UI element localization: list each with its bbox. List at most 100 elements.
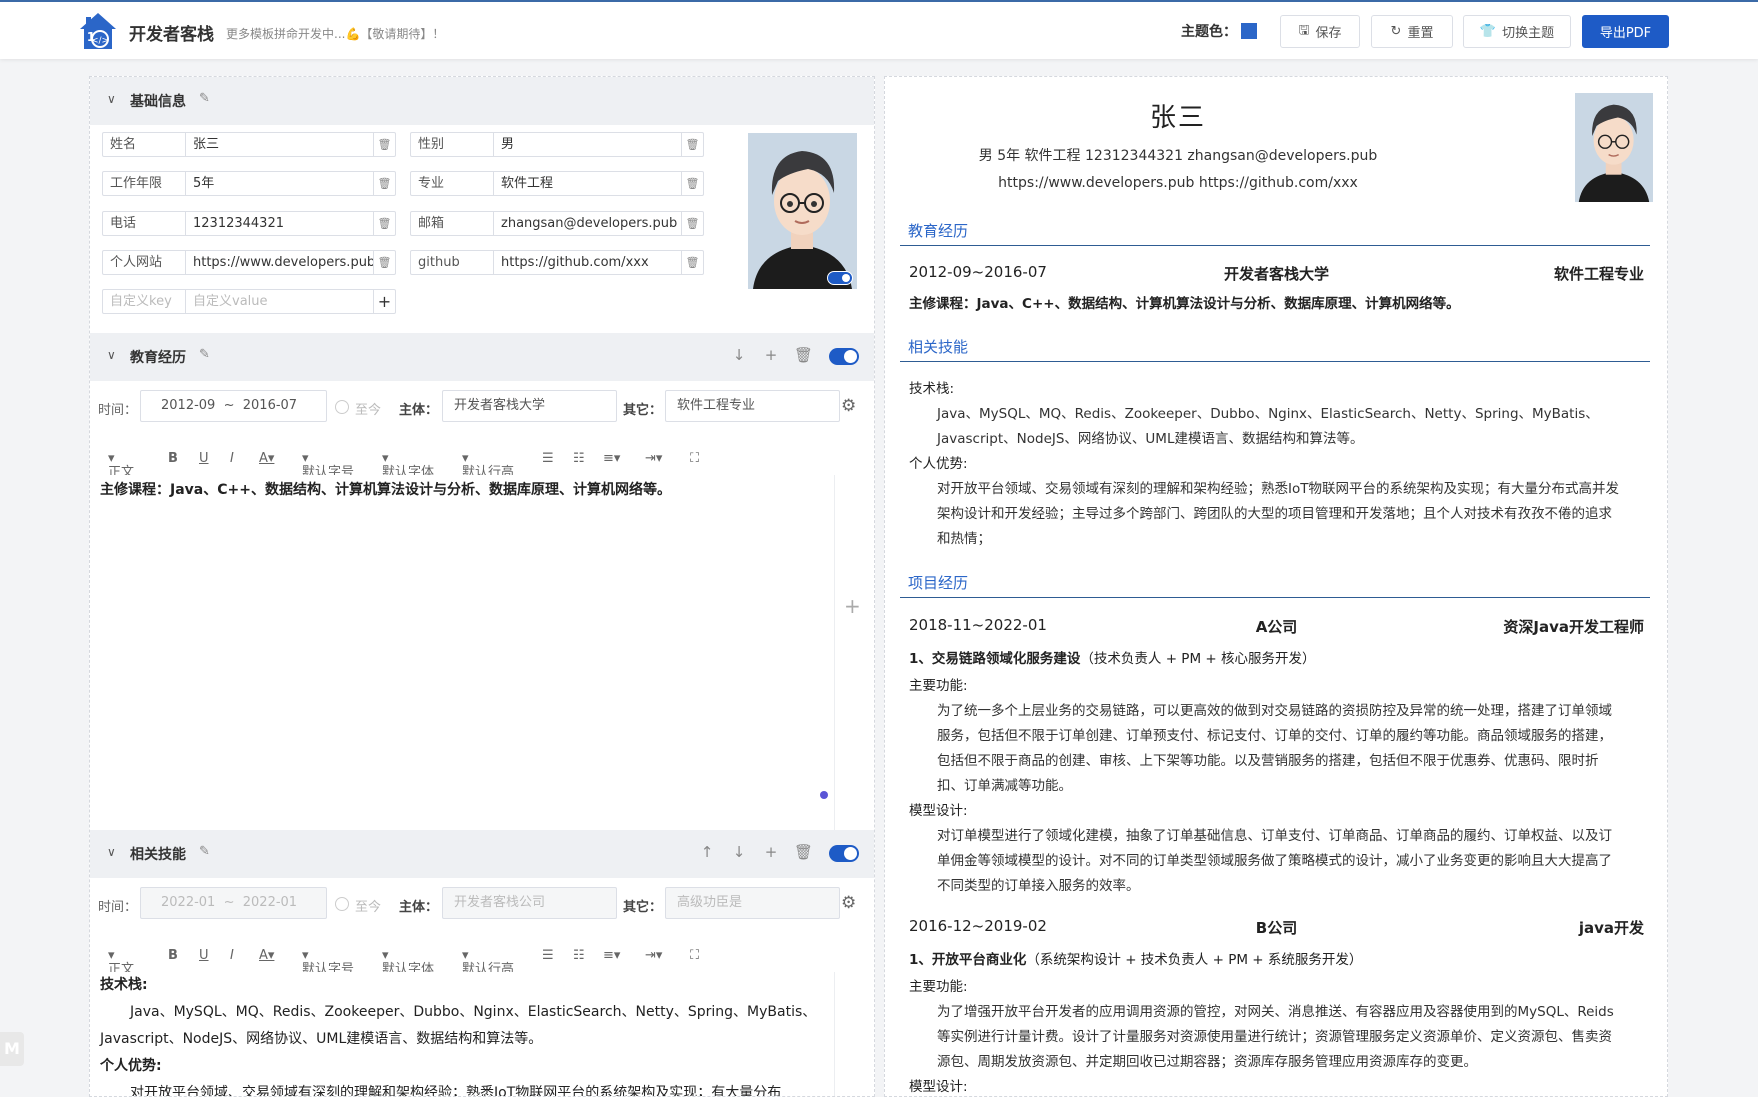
until-now-radio[interactable] <box>335 400 349 414</box>
trash-icon[interactable]: 🗑 <box>681 251 703 274</box>
field-email[interactable]: 邮箱 zhangsan@developers.pub 🗑 <box>410 211 704 236</box>
custom-field-row[interactable]: 自定义key 自定义value + <box>102 289 396 314</box>
line-height-select[interactable]: 默认行高 ▾ <box>462 948 514 977</box>
brand-name[interactable]: 开发者客栈 <box>129 20 214 45</box>
paragraph-style-select[interactable]: 正文 ▾ <box>108 451 134 480</box>
field-phone[interactable]: 电话 12312344321 🗑 <box>102 211 396 236</box>
preview-info-line: 男 5年 软件工程 12312344321 zhangsan@developer… <box>978 148 1378 164</box>
line-height-select[interactable]: 默认行高 ▾ <box>462 451 514 480</box>
edit-icon[interactable]: ✎ <box>199 91 210 106</box>
font-family-select[interactable]: 默认字体 ▾ <box>382 948 434 977</box>
trash-icon[interactable]: 🗑 <box>373 251 395 274</box>
avatar[interactable] <box>748 133 857 289</box>
save-icon: 🖫 <box>1298 22 1310 38</box>
theme-color-label: 主题色： <box>1181 24 1237 40</box>
add-icon[interactable]: + <box>762 843 780 861</box>
chevron-down-icon[interactable]: ∨ <box>107 92 116 106</box>
add-icon[interactable]: + <box>844 594 861 618</box>
font-color-icon[interactable]: A▾ <box>259 948 274 963</box>
skills-form-row: 时间： 2022-01 ~ 2022-01 至今 主体： 开发者客栈公司 其它：… <box>90 887 874 921</box>
brand-subtitle: 更多模板拼命开发中...💪【敬请期待】！ <box>226 27 445 41</box>
trash-icon[interactable]: 🗑 <box>681 133 703 156</box>
until-now-radio[interactable] <box>335 897 349 911</box>
preview-project-a-row: 2018-11~2022-01 A公司 资深Java开发工程师 <box>909 616 1644 636</box>
subject-input[interactable]: 开发者客栈公司 <box>442 887 617 919</box>
skills-header[interactable]: ∨ 相关技能 ✎ ↑ ↓ + 🗑 <box>90 830 874 878</box>
avatar-visibility-toggle[interactable] <box>827 271 853 285</box>
date-range-picker[interactable]: 2012-09 ~ 2016-07 <box>140 390 327 422</box>
field-major[interactable]: 专业 软件工程 🗑 <box>410 171 704 196</box>
logo-icon: </> 1 <box>80 13 116 49</box>
switch-theme-button[interactable]: 👕 切换主题 <box>1463 15 1571 48</box>
other-input[interactable]: 软件工程专业 <box>665 390 840 422</box>
gear-icon[interactable]: ⚙ <box>841 893 856 913</box>
education-visibility-toggle[interactable] <box>829 348 859 365</box>
chevron-down-icon[interactable]: ∨ <box>107 845 116 859</box>
editor-panel: ∨ 基础信息 ✎ 姓名 张三 🗑 性别男 🗑 工作年限 5年 🗑 专业 软件工程 🗑 电话 12… <box>89 76 875 1097</box>
trash-icon[interactable]: 🗑 <box>373 172 395 195</box>
bullet-list-icon[interactable]: ☰ <box>542 948 554 963</box>
underline-icon[interactable]: U <box>199 948 209 963</box>
arrow-down-icon[interactable]: ↓ <box>730 843 748 861</box>
top-bar: </> 1 开发者客栈 更多模板拼命开发中...💪【敬请期待】！ 主题色： 🖫 保… <box>0 0 1758 59</box>
preview-skills-heading: 相关技能 <box>900 336 1650 362</box>
education-header[interactable]: ∨ 教育经历 ✎ ↓ + 🗑 <box>90 333 874 381</box>
bold-icon[interactable]: B <box>168 948 178 963</box>
field-gender[interactable]: 性别男 🗑 <box>410 132 704 157</box>
numbered-list-icon[interactable]: ☷ <box>573 948 585 963</box>
font-color-icon[interactable]: A▾ <box>259 451 274 466</box>
indent-icon[interactable]: ⇥▾ <box>645 451 662 466</box>
field-website[interactable]: 个人网站 https://www.developers.pub 🗑 <box>102 250 396 275</box>
chevron-down-icon[interactable]: ∨ <box>107 348 116 362</box>
resize-handle-dot[interactable] <box>820 791 828 799</box>
save-button[interactable]: 🖫 保存 <box>1280 15 1360 48</box>
field-github[interactable]: github https://github.com/xxx 🗑 <box>410 250 704 275</box>
add-icon[interactable]: + <box>373 290 395 313</box>
floating-badge[interactable]: M <box>0 1032 24 1066</box>
bullet-list-icon[interactable]: ☰ <box>542 451 554 466</box>
paragraph-style-select[interactable]: 正文 ▾ <box>108 948 134 977</box>
font-size-select[interactable]: 默认字号 ▾ <box>302 948 354 977</box>
export-pdf-button[interactable]: 导出PDF <box>1582 15 1669 48</box>
gear-icon[interactable]: ⚙ <box>841 396 856 416</box>
trash-icon[interactable]: 🗑 <box>373 212 395 235</box>
align-icon[interactable]: ≡▾ <box>603 948 620 963</box>
arrow-down-icon[interactable]: ↓ <box>730 346 748 364</box>
field-years[interactable]: 工作年限 5年 🗑 <box>102 171 396 196</box>
edit-icon[interactable]: ✎ <box>199 347 210 362</box>
trash-icon[interactable]: 🗑 <box>681 212 703 235</box>
edit-icon[interactable]: ✎ <box>199 844 210 859</box>
bold-icon[interactable]: B <box>168 451 178 466</box>
trash-icon[interactable]: 🗑 <box>373 133 395 156</box>
underline-icon[interactable]: U <box>199 451 209 466</box>
preview-project-b-row: 2016-12~2019-02 B公司 java开发 <box>909 917 1644 937</box>
fullscreen-icon[interactable]: ⛶ <box>690 948 699 963</box>
arrow-up-icon[interactable]: ↑ <box>698 843 716 861</box>
trash-icon[interactable]: 🗑 <box>794 346 813 364</box>
trash-icon[interactable]: 🗑 <box>794 843 813 861</box>
font-family-select[interactable]: 默认字体 ▾ <box>382 451 434 480</box>
education-editor[interactable]: 主修课程：Java、C++、数据结构、计算机算法设计与分析、数据库原理、计算机网… <box>90 475 835 835</box>
trash-icon[interactable]: 🗑 <box>681 172 703 195</box>
skills-editor[interactable]: 技术栈: Java、MySQL、MQ、Redis、Zookeeper、Dubbo… <box>90 972 835 1096</box>
add-icon[interactable]: + <box>762 346 780 364</box>
align-icon[interactable]: ≡▾ <box>603 451 620 466</box>
font-size-select[interactable]: 默认字号 ▾ <box>302 451 354 480</box>
numbered-list-icon[interactable]: ☷ <box>573 451 585 466</box>
skills-visibility-toggle[interactable] <box>829 845 859 862</box>
fullscreen-icon[interactable]: ⛶ <box>690 451 699 466</box>
preview-education-heading: 教育经历 <box>900 220 1650 246</box>
theme-color-swatch[interactable] <box>1241 23 1257 39</box>
field-name[interactable]: 姓名 张三 🗑 <box>102 132 396 157</box>
date-range-picker[interactable]: 2022-01 ~ 2022-01 <box>140 887 327 919</box>
italic-icon[interactable]: I <box>230 948 234 963</box>
indent-icon[interactable]: ⇥▾ <box>645 948 662 963</box>
preview-photo <box>1575 93 1653 202</box>
rich-text-toolbar: 正文 ▾ B U I A▾ 默认字号 ▾ 默认字体 ▾ 默认行高 ▾ ☰ ☷ ≡▾ ⇥▾… <box>90 938 835 977</box>
basic-info-header[interactable]: ∨ 基础信息 ✎ <box>90 77 874 125</box>
italic-icon[interactable]: I <box>230 451 234 466</box>
reset-button[interactable]: ↻ 重置 <box>1371 15 1453 48</box>
subject-input[interactable]: 开发者客栈大学 <box>442 390 617 422</box>
other-input[interactable]: 高级功臣是 <box>665 887 840 919</box>
preview-name: 张三 <box>1149 103 1206 133</box>
